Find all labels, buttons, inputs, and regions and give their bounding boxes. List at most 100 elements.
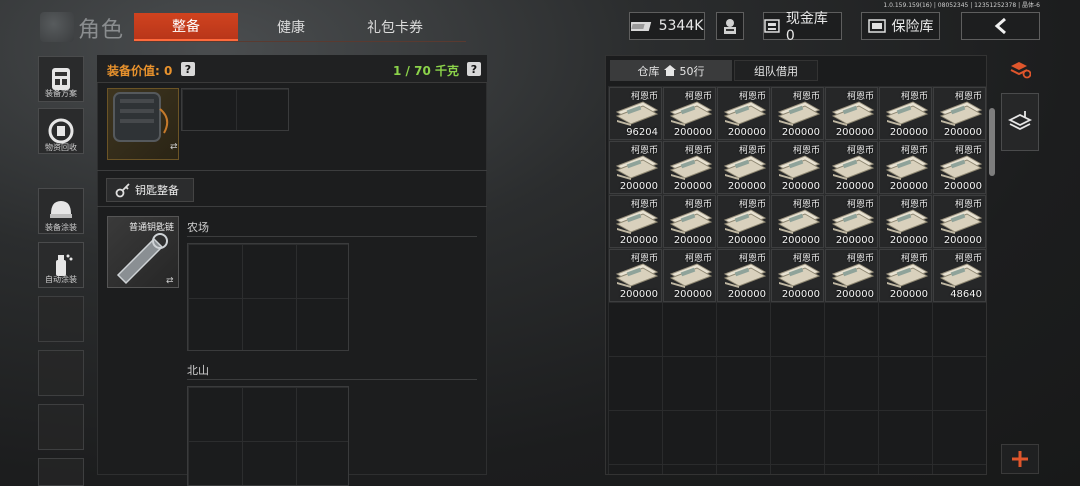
item-amount: 200000: [835, 289, 874, 300]
safe-button[interactable]: 保险库: [861, 12, 940, 40]
warehouse-item[interactable]: 柯恩币 200000: [825, 87, 878, 140]
item-amount: 200000: [889, 127, 928, 138]
banknote-stack-icon: [939, 209, 983, 234]
keychain-slot[interactable]: 普通钥匙链 ⇄: [107, 216, 179, 288]
warehouse-item[interactable]: 柯恩币 200000: [933, 87, 986, 140]
item-amount: 200000: [889, 289, 928, 300]
layer-storage-button[interactable]: [1001, 93, 1039, 151]
value-help-icon[interactable]: ?: [181, 62, 195, 76]
item-amount: 200000: [943, 127, 982, 138]
item-amount: 200000: [781, 235, 820, 246]
weight-help-icon[interactable]: ?: [467, 62, 481, 76]
avatar-button[interactable]: [716, 12, 744, 40]
item-name: 柯恩币: [738, 254, 766, 264]
back-button[interactable]: [961, 12, 1040, 40]
warehouse-item[interactable]: 柯恩币 96204: [609, 87, 662, 140]
warehouse-item[interactable]: 柯恩币 200000: [771, 195, 824, 248]
warehouse-item[interactable]: 柯恩币 200000: [771, 249, 824, 302]
add-button[interactable]: [1001, 444, 1039, 474]
item-name: 柯恩币: [846, 146, 874, 156]
banknote-stack-icon: [615, 263, 659, 288]
warehouse-item[interactable]: 柯恩币 200000: [663, 141, 716, 194]
item-name: 柯恩币: [630, 254, 658, 264]
warehouse-item[interactable]: 柯恩币 200000: [717, 87, 770, 140]
warehouse-item[interactable]: 柯恩币 200000: [771, 141, 824, 194]
empty-slot: [38, 350, 84, 396]
backpack-grid[interactable]: [181, 88, 289, 131]
warehouse-item[interactable]: 柯恩币 200000: [609, 249, 662, 302]
item-name: 柯恩币: [954, 146, 982, 156]
item-name: 柯恩币: [792, 254, 820, 264]
warehouse-item[interactable]: 柯恩币 200000: [717, 141, 770, 194]
banknote-stack-icon: [885, 209, 929, 234]
item-name: 柯恩币: [630, 200, 658, 210]
empty-slot: [38, 404, 84, 450]
item-name: 柯恩币: [630, 92, 658, 102]
plus-icon: [1012, 451, 1028, 467]
banknote-stack-icon: [939, 101, 983, 126]
warehouse-item[interactable]: 柯恩币 200000: [717, 249, 770, 302]
divider: [187, 236, 477, 237]
safe-label: 保险库: [891, 19, 934, 35]
banknote-stack-icon: [777, 263, 821, 288]
cash-store-button[interactable]: 现金库 0: [763, 11, 842, 44]
warehouse-item[interactable]: 柯恩币 200000: [663, 249, 716, 302]
item-amount: 48640: [950, 289, 982, 300]
tab-gift-cards[interactable]: 礼包卡券: [343, 13, 447, 41]
warehouse-item[interactable]: 柯恩币 200000: [933, 141, 986, 194]
layer-download-icon: [1008, 111, 1032, 131]
key-equip-button[interactable]: 钥匙整备: [106, 178, 194, 202]
warehouse-scrollbar[interactable]: [989, 108, 995, 176]
warehouse-item[interactable]: 柯恩币 200000: [879, 141, 932, 194]
warehouse-item[interactable]: 柯恩币 200000: [879, 195, 932, 248]
banknote-stack-icon: [723, 155, 767, 180]
backpack-slot[interactable]: ⇄: [107, 88, 179, 160]
warehouse-item[interactable]: 柯恩币 200000: [933, 195, 986, 248]
item-amount: 200000: [727, 235, 766, 246]
warehouse-item[interactable]: 柯恩币 200000: [663, 87, 716, 140]
warehouse-item[interactable]: 柯恩币 200000: [663, 195, 716, 248]
tab-health[interactable]: 健康: [239, 13, 343, 41]
warehouse-item[interactable]: 柯恩币 200000: [609, 141, 662, 194]
item-name: 柯恩币: [900, 200, 928, 210]
warehouse-item[interactable]: 柯恩币 200000: [717, 195, 770, 248]
tab-warehouse[interactable]: 仓库 50行: [610, 60, 732, 81]
tab-team-borrow[interactable]: 组队借用: [734, 60, 818, 81]
svg-text:⇄: ⇄: [170, 142, 178, 152]
banknote-stack-icon: [831, 101, 875, 126]
banknote-stack-icon: [777, 101, 821, 126]
banknote-stack-icon: [831, 263, 875, 288]
item-name: 柯恩币: [954, 200, 982, 210]
item-name: 柯恩币: [684, 200, 712, 210]
item-name: 柯恩币: [684, 254, 712, 264]
item-name: 柯恩币: [900, 92, 928, 102]
svg-text:⇄: ⇄: [166, 276, 174, 286]
warehouse-item[interactable]: 柯恩币 200000: [825, 141, 878, 194]
item-amount: 200000: [673, 289, 712, 300]
warehouse-item[interactable]: 柯恩币 48640: [933, 249, 986, 302]
item-amount: 200000: [781, 181, 820, 192]
banknote-stack-icon: [777, 155, 821, 180]
divider: [97, 170, 487, 171]
warehouse-item[interactable]: 柯恩币 200000: [879, 87, 932, 140]
warehouse-item[interactable]: 柯恩币 200000: [825, 195, 878, 248]
banknote-stack-icon: [669, 263, 713, 288]
warehouse-item[interactable]: 柯恩币 200000: [825, 249, 878, 302]
item-name: 柯恩币: [900, 254, 928, 264]
warehouse-item[interactable]: 柯恩币 200000: [609, 195, 662, 248]
tab-equip[interactable]: 整备: [134, 13, 238, 41]
north-key-grid[interactable]: [187, 386, 349, 486]
cash-store-label: 现金库 0: [785, 11, 828, 44]
warehouse-tab-label: 仓库: [637, 64, 660, 78]
item-name: 柯恩币: [738, 146, 766, 156]
warehouse-item[interactable]: 柯恩币 200000: [771, 87, 824, 140]
item-amount: 200000: [889, 235, 928, 246]
money-display[interactable]: 5344K: [629, 12, 705, 40]
warehouse-item[interactable]: 柯恩币 200000: [879, 249, 932, 302]
item-name: 柯恩币: [792, 200, 820, 210]
item-amount: 200000: [889, 181, 928, 192]
item-amount: 200000: [673, 181, 712, 192]
stack-sort-button[interactable]: [1001, 55, 1039, 85]
soldier-avatar-icon: [724, 19, 736, 34]
farm-key-grid[interactable]: [187, 243, 349, 351]
